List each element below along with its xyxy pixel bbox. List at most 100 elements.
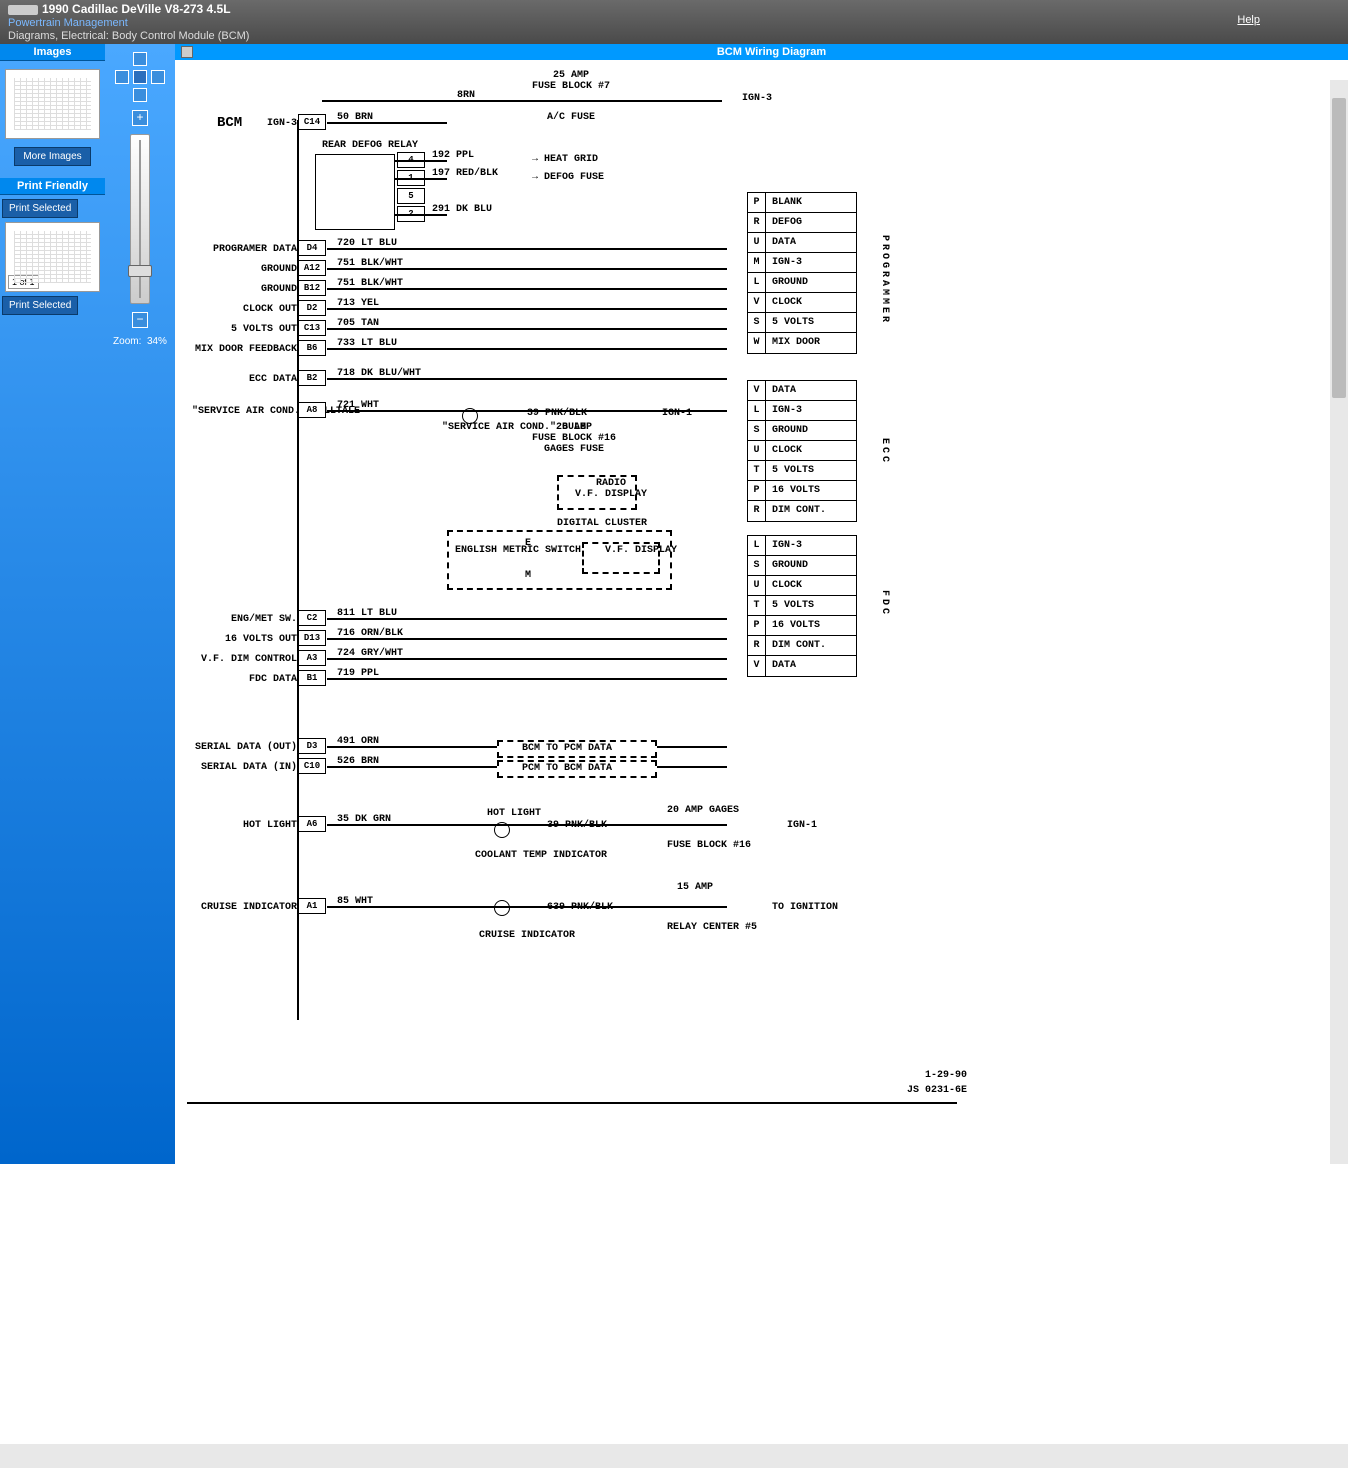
print-selected-button-bottom[interactable]: Print Selected — [2, 296, 78, 315]
bcm-pin-label: GROUND — [192, 264, 297, 275]
wire-label: 192 PPL — [432, 150, 474, 161]
car-icon — [8, 5, 38, 15]
connector-row: RDIM CONT. — [748, 501, 856, 521]
pan-controls — [115, 52, 165, 102]
zoom-label: Zoom: 34% — [109, 336, 171, 347]
wire-label: 751 BLK/WHT — [337, 258, 403, 269]
wire-label: 719 PPL — [337, 668, 379, 679]
zoom-slider-handle[interactable] — [128, 265, 152, 277]
connector-row: LIGN-3 — [748, 401, 856, 421]
wire-label: 713 YEL — [337, 298, 379, 309]
wire-label: 716 ORN/BLK — [337, 628, 403, 639]
bcm-pin-label: FDC DATA — [192, 674, 297, 685]
bcm-pin-label: 5 VOLTS OUT — [192, 324, 297, 335]
diagram-icon — [181, 46, 193, 58]
connector-row: UDATA — [748, 233, 856, 253]
bcm-pin-box: D2 — [298, 300, 326, 316]
wire-label: 50 BRN — [337, 112, 373, 123]
bcm-pin-label: HOT LIGHT — [192, 820, 297, 831]
connector-row: SGROUND — [748, 556, 856, 576]
main-layout: Images More Images Print Friendly Print … — [0, 44, 1348, 1164]
footer-bar — [0, 1444, 1348, 1468]
wire-label: 526 BRN — [337, 756, 379, 767]
page-indicator: 1 of 1 — [8, 275, 39, 289]
wire-label: 291 DK BLU — [432, 204, 492, 215]
zoom-out-button[interactable]: − — [132, 312, 148, 328]
bcm-pin-box: A3 — [298, 650, 326, 666]
connector-row: RDEFOG — [748, 213, 856, 233]
viewer-header: BCM Wiring Diagram — [175, 44, 1348, 60]
vertical-scrollbar[interactable] — [1330, 80, 1348, 1164]
print-thumbnail[interactable]: 1 of 1 — [5, 222, 100, 292]
connector-row: UCLOCK — [748, 576, 856, 596]
pan-center-button[interactable] — [133, 70, 147, 84]
connector-row: T5 VOLTS — [748, 596, 856, 616]
bcm-pin-box: A12 — [298, 260, 326, 276]
bcm-pin-label: MIX DOOR FEEDBACK — [192, 344, 297, 355]
wire-label: 35 DK GRN — [337, 814, 391, 825]
connector-row: LIGN-3 — [748, 536, 856, 556]
connector-row: VDATA — [748, 381, 856, 401]
more-images-button[interactable]: More Images — [14, 147, 90, 166]
diagram-canvas[interactable]: BCM 25 AMPFUSE BLOCK #7 8RN IGN-3 A/C FU… — [175, 60, 1348, 1164]
bcm-pin-label: CLOCK OUT — [192, 304, 297, 315]
connector-row: RDIM CONT. — [748, 636, 856, 656]
wire-label: 491 ORN — [337, 736, 379, 747]
diagram-title: BCM Wiring Diagram — [197, 46, 1346, 58]
connector-row: P16 VOLTS — [748, 481, 856, 501]
breadcrumb: Diagrams, Electrical: Body Control Modul… — [8, 30, 1237, 42]
app-header: 1990 Cadillac DeVille V8-273 4.5L Powert… — [0, 0, 1348, 44]
bcm-pin-label: PROGRAMER DATA — [192, 244, 297, 255]
bcm-pin-label: CRUISE INDICATOR — [192, 902, 297, 913]
bcm-pin-box: B12 — [298, 280, 326, 296]
print-selected-button-top[interactable]: Print Selected — [2, 199, 78, 218]
bcm-pin-box: A1 — [298, 898, 326, 914]
wire-dest: → HEAT GRID — [532, 154, 598, 165]
bcm-pin-box: C10 — [298, 758, 326, 774]
bcm-pin-box: B6 — [298, 340, 326, 356]
category-subtitle: Powertrain Management — [8, 17, 1237, 29]
zoom-slider[interactable] — [130, 134, 150, 304]
wire-label: 751 BLK/WHT — [337, 278, 403, 289]
pan-right-button[interactable] — [151, 70, 165, 84]
image-thumbnail[interactable] — [5, 69, 100, 139]
pan-down-button[interactable] — [133, 88, 147, 102]
wire-label: 197 RED/BLK — [432, 168, 498, 179]
connector-row: VCLOCK — [748, 293, 856, 313]
bcm-pin-box: B1 — [298, 670, 326, 686]
connector-row: UCLOCK — [748, 441, 856, 461]
connector-row: LGROUND — [748, 273, 856, 293]
bcm-pin-label: "SERVICE AIR COND." TELLTALE — [192, 406, 297, 417]
images-header: Images — [0, 44, 105, 61]
connector-row: VDATA — [748, 656, 856, 676]
wire-dest: → DEFOG FUSE — [532, 172, 604, 183]
pan-left-button[interactable] — [115, 70, 129, 84]
bcm-pin-label: IGN-3 — [192, 118, 297, 129]
bcm-pin-box: D4 — [298, 240, 326, 256]
bcm-pin-label: GROUND — [192, 284, 297, 295]
bcm-pin-box: D13 — [298, 630, 326, 646]
images-sidebar: Images More Images Print Friendly Print … — [0, 44, 105, 1164]
wire-label: 705 TAN — [337, 318, 379, 329]
connector-row: SGROUND — [748, 421, 856, 441]
wire-label: 718 DK BLU/WHT — [337, 368, 421, 379]
zoom-panel: + − Zoom: 34% — [105, 44, 175, 1164]
vehicle-title: 1990 Cadillac DeVille V8-273 4.5L — [42, 2, 231, 16]
bcm-pin-box: A6 — [298, 816, 326, 832]
bcm-pin-box: B2 — [298, 370, 326, 386]
bcm-pin-box: C13 — [298, 320, 326, 336]
help-link[interactable]: Help — [1237, 14, 1260, 26]
zoom-in-button[interactable]: + — [132, 110, 148, 126]
bcm-pin-label: ECC DATA — [192, 374, 297, 385]
connector-row: T5 VOLTS — [748, 461, 856, 481]
bcm-pin-label: V.F. DIM CONTROL — [192, 654, 297, 665]
bcm-pin-box: C14 — [298, 114, 326, 130]
connector-row: WMIX DOOR — [748, 333, 856, 353]
bcm-pin-label: SERIAL DATA (OUT) — [192, 742, 297, 753]
print-header: Print Friendly — [0, 178, 105, 195]
bcm-pin-label: SERIAL DATA (IN) — [192, 762, 297, 773]
pan-up-button[interactable] — [133, 52, 147, 66]
wiring-diagram: BCM 25 AMPFUSE BLOCK #7 8RN IGN-3 A/C FU… — [187, 60, 987, 1110]
bcm-pin-label: 16 VOLTS OUT — [192, 634, 297, 645]
wire-label: 721 WHT — [337, 400, 379, 411]
